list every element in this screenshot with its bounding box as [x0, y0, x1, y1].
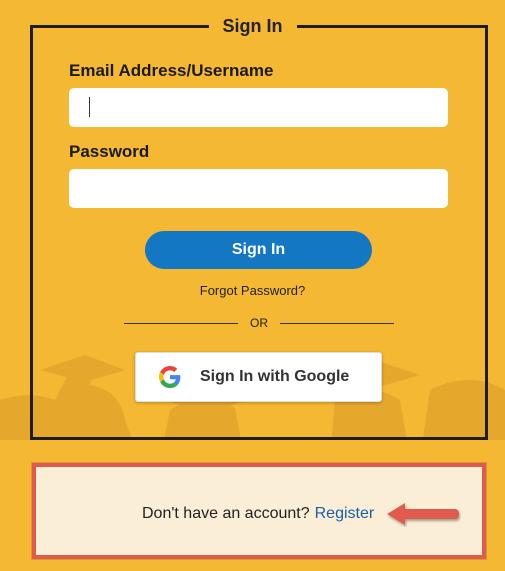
text-caret	[89, 97, 90, 117]
or-label: OR	[250, 316, 268, 330]
forgot-password-link[interactable]: Forgot Password?	[200, 283, 306, 298]
register-link[interactable]: Register	[315, 505, 375, 522]
register-prompt-row: Don't have an account? Register	[142, 505, 374, 523]
divider-line-right	[280, 322, 394, 324]
pointer-arrow-icon	[387, 503, 459, 525]
signin-heading-wrap: Sign In	[0, 14, 505, 38]
password-label: Password	[69, 142, 150, 161]
or-divider: OR	[124, 315, 394, 331]
register-prompt: Don't have an account?	[142, 505, 310, 522]
forgot-password-wrap: Forgot Password?	[0, 283, 505, 298]
signin-title: Sign In	[208, 14, 297, 38]
google-g-icon	[159, 366, 181, 388]
email-label: Email Address/Username	[69, 61, 274, 80]
google-signin-label: Sign In with Google	[200, 368, 350, 385]
email-field[interactable]	[69, 88, 448, 127]
google-signin-button[interactable]: Sign In with Google	[135, 352, 382, 402]
password-field[interactable]	[69, 169, 448, 208]
divider-line-left	[124, 322, 238, 324]
signin-button[interactable]: Sign In	[145, 231, 372, 269]
